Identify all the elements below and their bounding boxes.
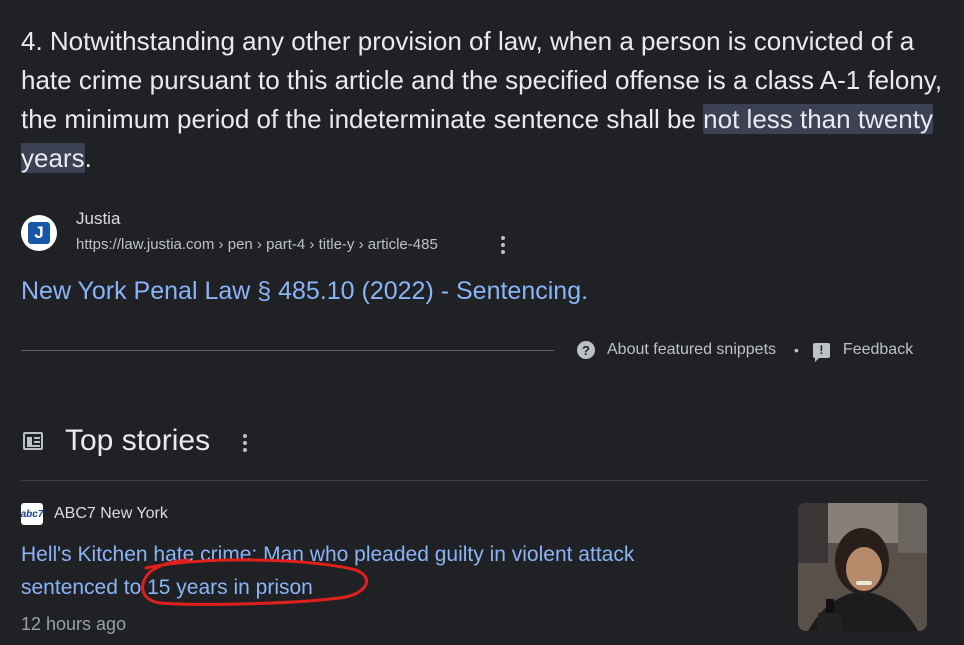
justia-favicon-icon: J bbox=[21, 215, 57, 251]
top-stories-more-icon[interactable] bbox=[239, 430, 251, 456]
publisher-name: ABC7 New York bbox=[54, 505, 168, 522]
story-headline-link[interactable]: Hell's Kitchen hate crime: Man who plead… bbox=[21, 538, 721, 604]
top-stories-header: Top stories bbox=[21, 420, 941, 466]
publisher-logo-text: abc7 bbox=[20, 508, 44, 520]
question-circle-icon[interactable]: ? bbox=[577, 341, 595, 359]
abc7-logo-icon: abc7 bbox=[21, 503, 43, 525]
feedback-link[interactable]: Feedback bbox=[843, 341, 913, 359]
story-publisher: abc7 ABC7 New York bbox=[21, 503, 168, 525]
divider bbox=[21, 480, 927, 481]
thumbnail-image bbox=[798, 503, 927, 631]
story-timestamp: 12 hours ago bbox=[21, 614, 127, 634]
result-title-link[interactable]: New York Penal Law § 485.10 (2022) - Sen… bbox=[21, 277, 588, 306]
source-more-options-icon[interactable] bbox=[495, 233, 511, 257]
source-url[interactable]: https://law.justia.com › pen › part-4 › … bbox=[76, 236, 438, 253]
snippet-source[interactable]: J Justia https://law.justia.com › pen › … bbox=[21, 205, 541, 259]
newspaper-icon bbox=[23, 432, 43, 450]
divider bbox=[21, 350, 554, 351]
about-featured-snippets-link[interactable]: About featured snippets bbox=[607, 341, 776, 359]
snippet-text-after: . bbox=[84, 143, 92, 173]
story-thumbnail[interactable] bbox=[798, 503, 927, 631]
separator: • bbox=[794, 342, 799, 358]
snippet-footer: ? About featured snippets • ! Feedback bbox=[577, 338, 913, 362]
top-stories-title: Top stories bbox=[65, 424, 211, 457]
feedback-icon[interactable]: ! bbox=[812, 342, 830, 362]
featured-snippet-text: 4. Notwithstanding any other provision o… bbox=[21, 22, 951, 178]
favicon-letter: J bbox=[28, 222, 50, 244]
source-site-name[interactable]: Justia bbox=[76, 209, 120, 229]
